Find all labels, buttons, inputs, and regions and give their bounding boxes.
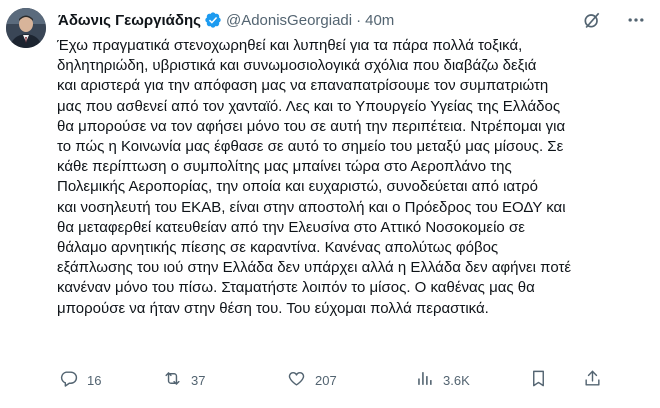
verified-badge-icon (204, 11, 222, 29)
like-count: 207 (315, 372, 337, 388)
avatar[interactable] (6, 8, 46, 48)
tweet-text-line: το πώς η Κοινωνία μας έφθασε σε αυτό το … (57, 138, 564, 156)
share-button[interactable] (583, 369, 602, 391)
timestamp[interactable]: 40m (365, 12, 394, 29)
tweet-text-line: Έχω πραγματικά στενοχωρηθεί και λυπηθεί … (57, 37, 523, 54)
tweet-text-line: κανέναν μόνο του πίσω. Σταματήστε λοιπόν… (57, 279, 535, 297)
reply-button[interactable]: 16 (59, 369, 101, 391)
action-bar: 16 37 207 3.6K (57, 368, 646, 392)
reply-icon (59, 369, 78, 391)
tweet-text-line: και αριστερά για την απόφαση μας να επαν… (57, 77, 549, 95)
tweet-text-line: μας που ασθενεί από τον χανταϊό. Λες και… (57, 97, 561, 115)
tweet-text-line: εξάπλωσης του ιού στην Ελλάδα δεν υπάρχε… (57, 259, 572, 277)
retweet-button[interactable]: 37 (163, 369, 205, 391)
views-icon (415, 369, 434, 391)
tweet-header: Άδωνις Γεωργιάδης @AdonisGeorgiadi · 40m (58, 9, 394, 31)
author-handle[interactable]: @AdonisGeorgiadi (226, 12, 352, 29)
views-button[interactable]: 3.6K (415, 369, 470, 391)
retweet-count: 37 (191, 372, 206, 388)
tweet-text-line: κάθε περίπτωση ο συμπολίτης μας μπαίνει … (57, 158, 512, 176)
like-button[interactable]: 207 (287, 369, 337, 391)
views-count: 3.6K (443, 372, 470, 388)
tweet-text: Έχω πραγματικά στενοχωρηθεί και λυπηθεί … (57, 36, 649, 319)
bookmark-icon (529, 369, 548, 391)
reply-count: 16 (87, 372, 102, 388)
more-icon[interactable] (626, 10, 646, 30)
tweet-text-line: και νοσηλευτή του ΕΚΑΒ, είναι στην αποστ… (57, 198, 566, 216)
separator-dot: · (356, 11, 362, 29)
tweet-text-line: θα μπορούσε να τον αφήσει μόνο του σε αυ… (57, 117, 566, 135)
tweet-text-line: Πολεμικής Αεροπορίας, την οποία και ευχα… (57, 178, 538, 196)
tweet: Άδωνις Γεωργιάδης @AdonisGeorgiadi · 40m… (0, 0, 660, 408)
tweet-text-line: θάλαμο αρνητικής πίεσης σε καραντίνα. Κα… (57, 239, 499, 257)
heart-icon (287, 369, 306, 391)
tweet-text-line: θα μεταφερθεί κατευθείαν από την Ελευσίν… (57, 218, 525, 236)
tweet-text-line: μπορούσε να ήταν στην θέση του. Του εύχο… (57, 299, 489, 317)
tweet-text-line: δηλητηριώδη, υβριστικά και συνωμοσιολογι… (57, 57, 537, 75)
author-name[interactable]: Άδωνις Γεωργιάδης (58, 12, 201, 29)
bookmark-button[interactable] (529, 369, 548, 391)
grok-icon[interactable] (582, 10, 602, 30)
retweet-icon (163, 369, 182, 391)
share-icon (583, 369, 602, 391)
top-actions (582, 10, 646, 30)
